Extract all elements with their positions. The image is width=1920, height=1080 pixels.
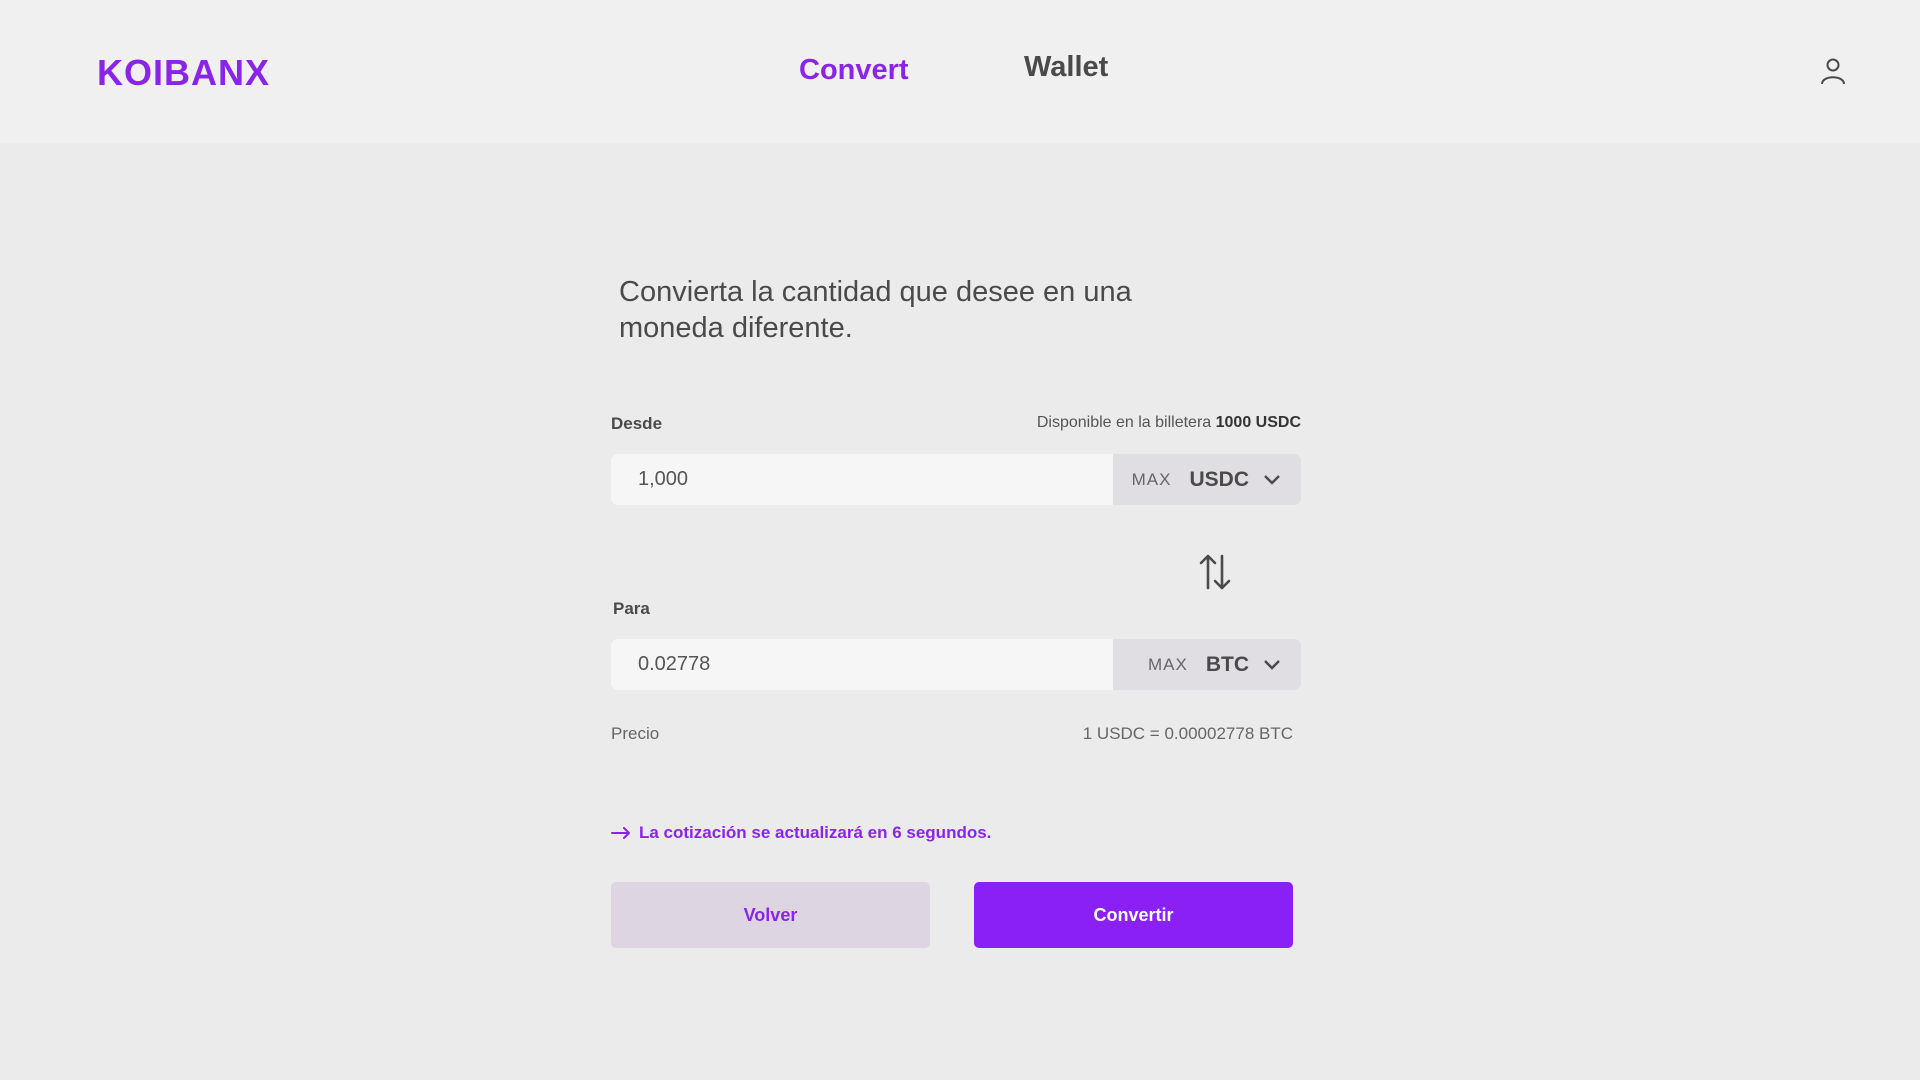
convert-headline: Convierta la cantidad que desee en una m… [619,276,1132,344]
from-amount-input[interactable] [611,454,1113,505]
from-currency-select[interactable]: MAX USDC [1113,454,1301,505]
price-value: 1 USDC = 0.00002778 BTC [1082,724,1293,743]
to-currency-select[interactable]: MAX BTC [1113,639,1301,690]
brand-logo[interactable]: KOIBANX [97,52,270,94]
price-label: Precio [611,724,660,743]
user-icon[interactable] [1818,56,1848,86]
to-currency: BTC [1205,652,1249,676]
top-header: KOIBANX Convert Wallet [0,0,1920,143]
convert-button[interactable]: Convertir [974,882,1293,948]
nav-tab-convert[interactable]: Convert [799,54,909,87]
refresh-notice-text: La cotización se actualizará en 6 segund… [639,823,992,842]
to-max-button[interactable]: MAX [1148,655,1188,675]
arrow-right-icon [611,827,630,839]
to-field: MAX BTC [611,639,1301,690]
to-amount-input[interactable] [611,639,1113,690]
nav-tab-wallet[interactable]: Wallet [1024,51,1108,84]
from-field: MAX USDC [611,454,1301,505]
swap-vertical-icon[interactable] [1198,552,1232,592]
available-balance: Disponible en la billetera 1000 USDC [1037,414,1301,432]
available-prefix: Disponible en la billetera [1036,414,1212,431]
to-label: Para [613,599,650,618]
refresh-notice: La cotización se actualizará en 6 segund… [611,823,991,843]
available-amount: 1000 USDC [1215,414,1301,431]
from-label: Desde [611,414,663,433]
back-button[interactable]: Volver [611,882,930,948]
chevron-down-icon [1264,659,1280,670]
from-currency: USDC [1189,467,1249,491]
chevron-down-icon [1264,474,1280,485]
from-max-button[interactable]: MAX [1132,470,1172,490]
